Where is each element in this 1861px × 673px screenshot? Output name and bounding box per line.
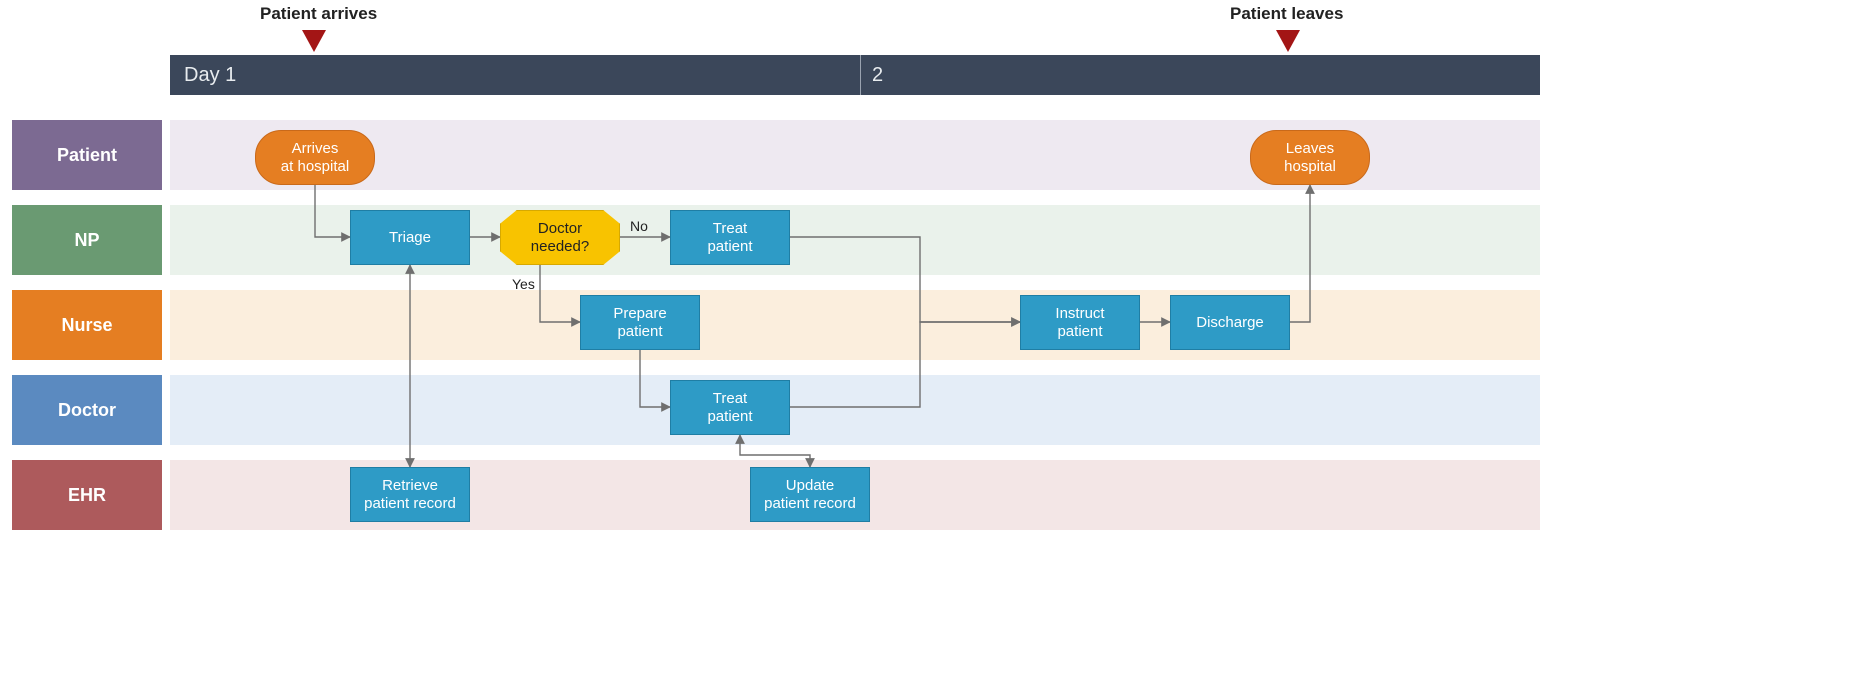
node-decision-doctor-needed: Doctorneeded? bbox=[500, 210, 620, 265]
milestone-end-label: Patient leaves bbox=[1230, 4, 1343, 24]
node-prepare-patient: Preparepatient bbox=[580, 295, 700, 350]
node-retrieve-record: Retrievepatient record bbox=[350, 467, 470, 522]
lane-label-patient: Patient bbox=[12, 120, 162, 190]
lane-label-doctor: Doctor bbox=[12, 375, 162, 445]
timeline-bar bbox=[170, 55, 1540, 95]
milestone-start-label: Patient arrives bbox=[260, 4, 377, 24]
node-treat-doctor: Treatpatient bbox=[670, 380, 790, 435]
node-instruct-patient: Instructpatient bbox=[1020, 295, 1140, 350]
node-update-record: Updatepatient record bbox=[750, 467, 870, 522]
node-arrives: Arrivesat hospital bbox=[255, 130, 375, 185]
milestone-start-marker-icon bbox=[302, 30, 326, 52]
node-leaves: Leaveshospital bbox=[1250, 130, 1370, 185]
swimlane-diagram: Day 1 2 Patient arrives Patient leaves P… bbox=[0, 0, 1861, 673]
lane-label-ehr: EHR bbox=[12, 460, 162, 530]
node-discharge: Discharge bbox=[1170, 295, 1290, 350]
milestone-end-marker-icon bbox=[1276, 30, 1300, 52]
lane-label-np: NP bbox=[12, 205, 162, 275]
node-treat-np: Treatpatient bbox=[670, 210, 790, 265]
edge-label-yes: Yes bbox=[512, 276, 535, 292]
lane-strip-nurse bbox=[170, 290, 1540, 360]
timeline-segment-2: 2 bbox=[872, 55, 883, 95]
lane-strip-doctor bbox=[170, 375, 1540, 445]
node-triage: Triage bbox=[350, 210, 470, 265]
timeline-segment-1: Day 1 bbox=[184, 55, 236, 95]
timeline-divider bbox=[860, 55, 861, 95]
lane-label-nurse: Nurse bbox=[12, 290, 162, 360]
edge-label-no: No bbox=[630, 218, 648, 234]
